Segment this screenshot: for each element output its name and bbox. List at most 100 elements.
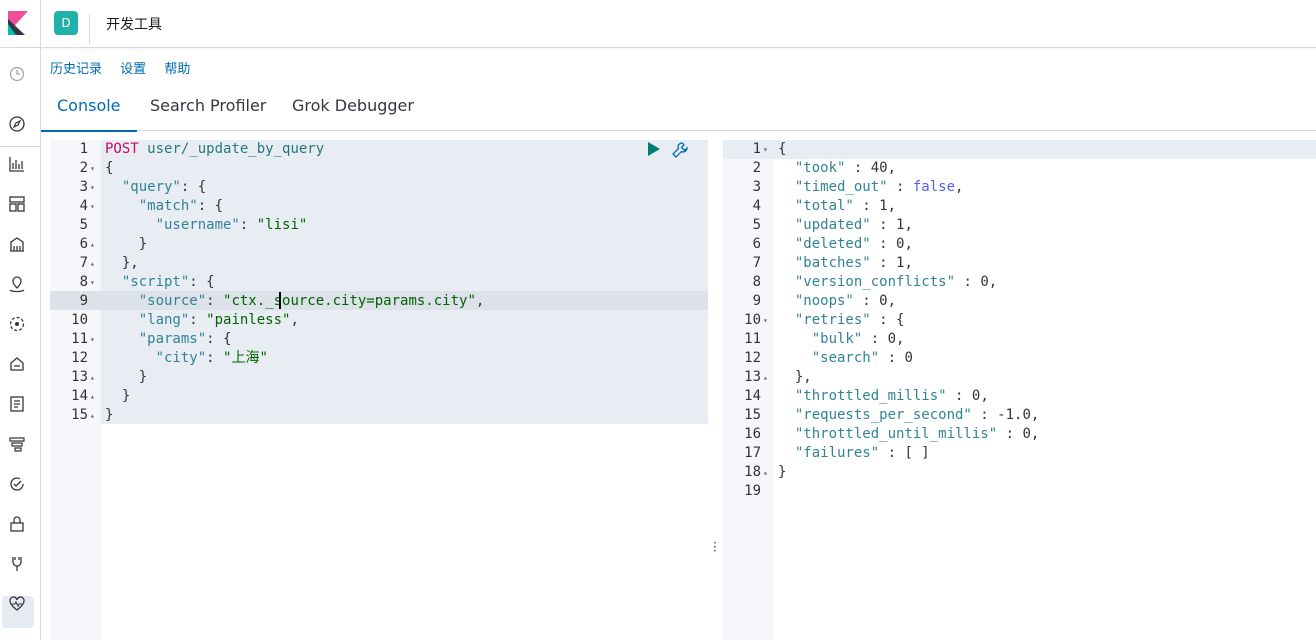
code-line: "lang": "painless", <box>138 312 299 328</box>
fold-toggle-icon[interactable]: ▴ <box>90 235 95 254</box>
code-line: "query": { <box>121 179 207 195</box>
line-number: 13 <box>71 369 88 385</box>
fold-toggle-icon[interactable]: ▾ <box>90 178 95 197</box>
line-number: 2 <box>752 160 761 176</box>
line-number: 7 <box>752 255 761 271</box>
code-line: "requests_per_second" : -1.0, <box>794 407 1040 423</box>
code-line: "city": "上海" <box>155 350 268 366</box>
maps-icon[interactable] <box>8 275 26 293</box>
history-link[interactable]: 历史记录 <box>50 62 102 77</box>
code-line: "match": { <box>138 198 224 214</box>
tab-search-profiler[interactable]: Search Profiler <box>150 86 266 130</box>
code-line: "updated" : 1, <box>794 217 913 233</box>
code-line: POST user/_update_by_query <box>105 141 325 157</box>
code-line: } <box>105 388 131 404</box>
response-active-line <box>723 140 1316 159</box>
fold-toggle-icon[interactable]: ▴ <box>90 406 95 425</box>
chart-icon[interactable] <box>8 155 26 173</box>
code-line: { <box>778 141 787 157</box>
code-line: } <box>105 369 148 385</box>
tab-grok-debugger[interactable]: Grok Debugger <box>292 86 414 130</box>
line-number: 9 <box>752 293 761 309</box>
line-number: 17 <box>744 445 761 461</box>
line-number: 2 <box>79 160 88 176</box>
code-line: } <box>778 464 787 480</box>
drag-handle-icon[interactable]: · · · <box>713 537 717 557</box>
fold-toggle-icon[interactable]: ▾ <box>763 311 768 330</box>
logs-icon[interactable] <box>8 395 26 413</box>
text-cursor <box>279 292 281 309</box>
code-line: "total" : 1, <box>794 198 897 214</box>
code-line: "throttled_millis" : 0, <box>794 388 989 404</box>
line-number: 15 <box>71 407 88 423</box>
uptime-icon[interactable] <box>8 475 26 493</box>
line-number: 13 <box>744 369 761 385</box>
code-line: "username": "lisi" <box>155 217 308 233</box>
code-line: "throttled_until_millis" : 0, <box>794 426 1040 442</box>
code-line: }, <box>778 369 812 385</box>
line-number: 12 <box>744 350 761 366</box>
code-line: } <box>105 236 148 252</box>
wrench-icon[interactable] <box>671 141 689 159</box>
help-link[interactable]: 帮助 <box>164 62 190 77</box>
line-number: 15 <box>744 407 761 423</box>
line-number: 18 <box>744 464 761 480</box>
line-number: 12 <box>71 350 88 366</box>
monitoring-icon[interactable] <box>8 595 26 613</box>
fold-toggle-icon[interactable]: ▴ <box>763 463 768 482</box>
page-title: 开发工具 <box>106 17 162 33</box>
fold-toggle-icon[interactable]: ▴ <box>90 368 95 387</box>
code-line: }, <box>105 255 139 271</box>
security-icon[interactable] <box>8 515 26 533</box>
line-number: 1 <box>79 141 88 157</box>
tab-console[interactable]: Console <box>41 86 137 132</box>
code-line: "params": { <box>138 331 232 347</box>
pane-resizer[interactable] <box>708 140 723 640</box>
dashboard-icon[interactable] <box>8 195 26 213</box>
dev-tools-icon[interactable] <box>8 555 26 573</box>
fold-toggle-icon[interactable]: ▴ <box>90 254 95 273</box>
compass-icon[interactable] <box>8 115 26 133</box>
code-line: "bulk" : 0, <box>811 331 905 347</box>
tab-bar: Console Search Profiler Grok Debugger <box>41 86 1316 132</box>
fold-toggle-icon[interactable]: ▾ <box>90 330 95 349</box>
line-number: 9 <box>79 293 88 309</box>
space-avatar[interactable]: D <box>54 11 78 35</box>
top-header: D 开发工具 <box>0 0 1316 48</box>
side-navigation <box>0 48 41 640</box>
play-icon[interactable] <box>645 141 661 157</box>
code-line: "source": "ctx._source.city=params.city"… <box>138 293 485 309</box>
fold-toggle-icon[interactable]: ▾ <box>90 197 95 216</box>
fold-toggle-icon[interactable]: ▾ <box>90 159 95 178</box>
line-number: 19 <box>744 483 761 499</box>
fold-toggle-icon[interactable]: ▴ <box>90 387 95 406</box>
code-line: { <box>105 160 114 176</box>
line-number: 14 <box>71 388 88 404</box>
code-line: "noops" : 0, <box>794 293 897 309</box>
infra-icon[interactable] <box>8 355 26 373</box>
line-number: 5 <box>752 217 761 233</box>
line-number: 3 <box>79 179 88 195</box>
header-divider <box>40 0 41 47</box>
line-number: 8 <box>79 274 88 290</box>
header-divider <box>89 14 90 44</box>
code-line: "failures" : [ ] <box>794 445 930 461</box>
apm-icon[interactable] <box>8 435 26 453</box>
canvas-icon[interactable] <box>8 235 26 253</box>
code-line: "retries" : { <box>794 312 905 328</box>
ml-icon[interactable] <box>8 315 26 333</box>
code-line: "took" : 40, <box>794 160 897 176</box>
clock-icon[interactable] <box>8 65 26 83</box>
fold-toggle-icon[interactable]: ▾ <box>763 140 768 159</box>
line-number: 14 <box>744 388 761 404</box>
kibana-logo-icon[interactable] <box>8 11 28 35</box>
line-number: 6 <box>752 236 761 252</box>
line-number: 3 <box>752 179 761 195</box>
line-number: 11 <box>744 331 761 347</box>
code-line: "timed_out" : false, <box>794 179 964 195</box>
settings-link[interactable]: 设置 <box>120 62 146 77</box>
line-number: 4 <box>752 198 761 214</box>
line-number: 11 <box>71 331 88 347</box>
fold-toggle-icon[interactable]: ▾ <box>90 273 95 292</box>
fold-toggle-icon[interactable]: ▴ <box>763 368 768 387</box>
